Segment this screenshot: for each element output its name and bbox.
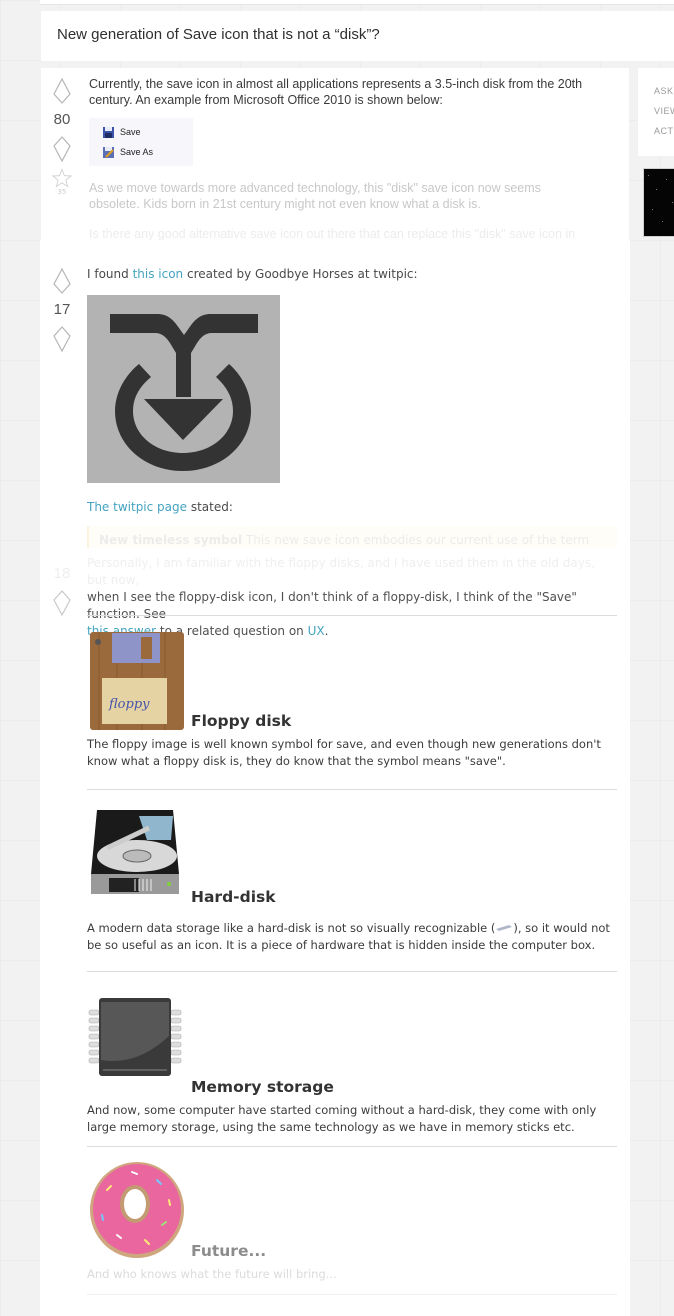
section-description: A modern data storage like a hard-disk i… (87, 921, 610, 952)
meta-viewed: VIEWED (654, 106, 674, 116)
favorite-count: 35 (57, 188, 67, 196)
answer-1-vote-count: 17 (53, 301, 71, 318)
section-description: And now, some computer have started comi… (87, 1103, 597, 1134)
floppy-disk-icon (103, 126, 114, 138)
question-paragraph: Currently, the save icon in almost all a… (89, 77, 583, 107)
divider (87, 1146, 617, 1147)
memory-chip-image (87, 996, 183, 1096)
answer-1-blockquote: New timeless symbol This new save icon e… (87, 526, 617, 548)
office-menu-sample-image: Save Save As (89, 118, 193, 166)
upvote-icon[interactable] (52, 268, 72, 294)
top-bar (40, 0, 674, 5)
divider (87, 1294, 617, 1295)
answer-1-vote-controls: 17 (51, 268, 73, 352)
downvote-icon[interactable] (52, 326, 72, 352)
section-memory-storage: Memory storage And now, some computer ha… (87, 996, 617, 1135)
question-vote-count: 80 (53, 111, 71, 128)
question-meta-sidebar: ASKED VIEWED ACTIVE (638, 68, 674, 156)
svg-text:floppy: floppy (108, 697, 150, 712)
answer-1-intro: I found this icon created by Goodbye Hor… (87, 267, 418, 281)
timeless-save-symbol-image (87, 295, 280, 483)
section-heading: Memory storage (191, 1078, 334, 1096)
save-as-icon (103, 146, 114, 158)
section-floppy-disk: floppy Floppy disk The floppy image is w… (87, 630, 617, 769)
question-paragraph: As we move towards more advanced technol… (89, 181, 541, 211)
downvote-icon[interactable] (52, 136, 72, 162)
answer-1-body: I found this icon created by Goodbye Hor… (87, 266, 617, 548)
divider (87, 971, 617, 972)
this-icon-link[interactable]: this icon (133, 267, 184, 281)
question-title-card: New generation of Save icon that is not … (41, 11, 674, 61)
section-heading: Future... (191, 1242, 267, 1260)
section-heading: Floppy disk (191, 712, 292, 730)
donut-image (87, 1160, 184, 1260)
downvote-icon[interactable] (52, 590, 72, 616)
divider (87, 789, 617, 790)
twitpic-page-link[interactable]: The twitpic page (87, 500, 187, 514)
floppy-disk-image: floppy (87, 630, 184, 730)
meta-asked: ASKED (654, 86, 674, 96)
small-hard-disk-icon (496, 925, 513, 931)
question-vote-controls: 80 35 (51, 78, 73, 196)
hard-disk-image (87, 806, 183, 906)
meta-active: ACTIVE (654, 126, 674, 136)
section-heading: Hard-disk (191, 888, 276, 906)
section-description: And who knows what the future will bring… (87, 1267, 337, 1281)
section-future: Future... And who knows what the future … (87, 1160, 617, 1283)
answer-2-vote-controls: 18 (51, 558, 73, 616)
favorite-star-icon[interactable] (52, 168, 72, 188)
divider (87, 615, 617, 616)
section-description: The floppy image is well known symbol fo… (87, 737, 601, 768)
upvote-icon[interactable] (52, 78, 72, 104)
menu-sample-item-save: Save (103, 122, 193, 142)
answer-1-source: The twitpic page stated: (87, 500, 233, 514)
answers-card: 17 I found this icon created by Goodbye … (40, 240, 630, 1316)
question-card: 80 35 Currently, the save icon in almost… (41, 68, 629, 248)
section-hard-disk: Hard-disk A modern data storage like a h… (87, 806, 617, 953)
question-body: Currently, the save icon in almost all a… (89, 76, 589, 252)
sidebar-ad-image[interactable] (643, 168, 674, 237)
answer-2-intro: Personally, I am familiar with the flopp… (87, 556, 595, 638)
answer-2-vote-count: 18 (53, 565, 71, 582)
menu-sample-item-save-as: Save As (103, 142, 193, 162)
question-title[interactable]: New generation of Save icon that is not … (57, 26, 380, 43)
